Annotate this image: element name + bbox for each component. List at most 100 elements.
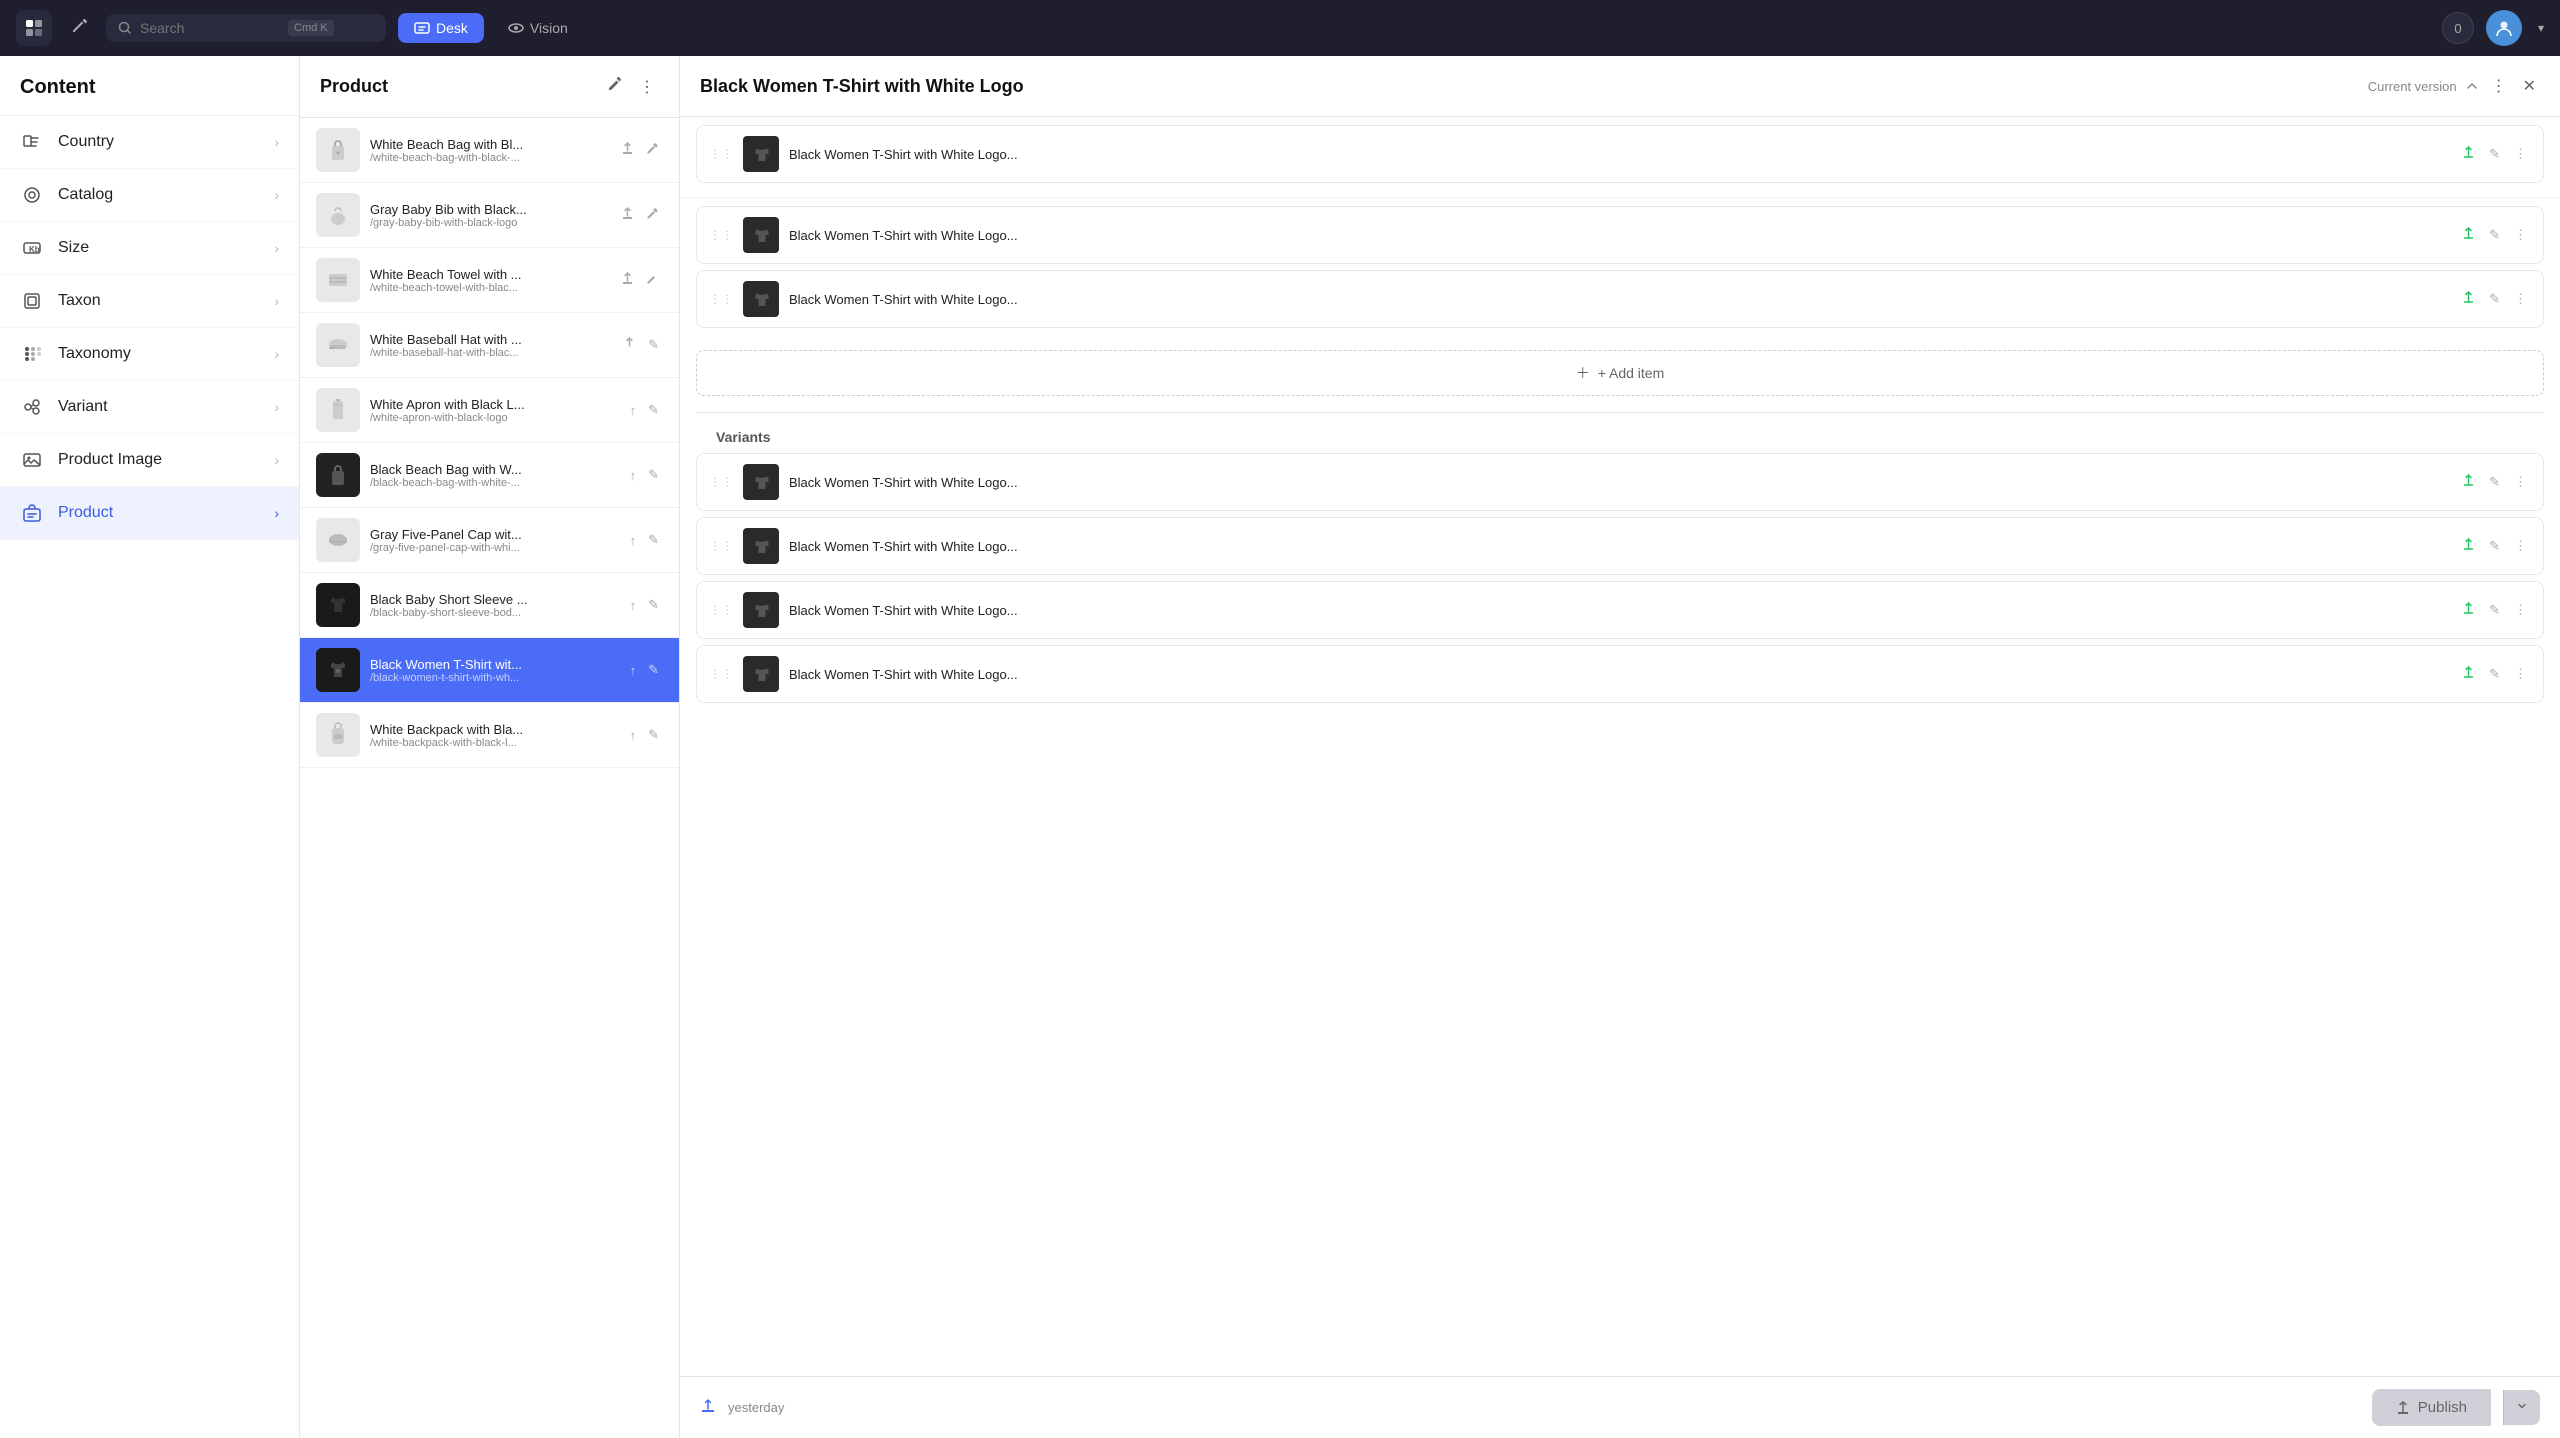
app-logo[interactable]: [16, 10, 52, 46]
variant-pin-button[interactable]: [2458, 472, 2479, 492]
product-upload-button[interactable]: ↑: [626, 531, 641, 550]
right-panel-title: Black Women T-Shirt with White Logo: [700, 76, 2360, 97]
product-item[interactable]: White Backpack with Bla... /white-backpa…: [300, 703, 679, 768]
size-icon: Kb: [20, 236, 44, 260]
item-edit-button[interactable]: ✎: [2485, 144, 2504, 164]
product-edit-button[interactable]: ✎: [644, 400, 663, 420]
sidebar-item-product[interactable]: Product ›: [0, 487, 299, 540]
drag-handle[interactable]: ⋮⋮: [709, 603, 733, 617]
product-item[interactable]: White Beach Towel with ... /white-beach-…: [300, 248, 679, 313]
product-upload-button[interactable]: [617, 140, 638, 160]
product-item[interactable]: Gray Baby Bib with Black... /gray-baby-b…: [300, 183, 679, 248]
item-more-button[interactable]: ⋮: [2510, 144, 2531, 164]
top-nav: Cmd K Desk Vision 0 ▾: [0, 0, 2560, 56]
variant-row: ⋮⋮ Black Women T-Shirt with White Logo..…: [696, 581, 2544, 639]
variant-more-button[interactable]: ⋮: [2510, 664, 2531, 684]
drag-handle[interactable]: ⋮⋮: [709, 147, 733, 161]
right-close-button[interactable]: ✕: [2519, 72, 2540, 100]
search-shortcut: Cmd K: [288, 20, 334, 36]
drag-handle[interactable]: ⋮⋮: [709, 539, 733, 553]
item-pin-button[interactable]: [2458, 144, 2479, 164]
product-info: White Beach Towel with ... /white-beach-…: [370, 267, 607, 294]
product-edit-button[interactable]: ✎: [644, 660, 663, 680]
variant-edit-button[interactable]: ✎: [2485, 536, 2504, 556]
product-item[interactable]: Gray Five-Panel Cap wit... /gray-five-pa…: [300, 508, 679, 573]
sidebar-item-size[interactable]: Kb Size ›: [0, 222, 299, 275]
search-bar[interactable]: Cmd K: [106, 14, 386, 42]
vision-button[interactable]: Vision: [496, 13, 580, 43]
version-label: Current version: [2368, 79, 2457, 94]
drag-handle[interactable]: ⋮⋮: [709, 667, 733, 681]
add-item-button[interactable]: ＋ + Add item: [696, 350, 2544, 396]
product-item-selected[interactable]: Black Women T-Shirt wit... /black-women-…: [300, 638, 679, 703]
product-actions: [617, 205, 663, 225]
add-icon: ＋: [1576, 363, 1590, 383]
product-actions: ✎: [619, 335, 663, 355]
drag-handle[interactable]: ⋮⋮: [709, 228, 733, 242]
variant-more-button[interactable]: ⋮: [2510, 536, 2531, 556]
drag-handle[interactable]: ⋮⋮: [709, 475, 733, 489]
product-upload-button[interactable]: [617, 270, 638, 290]
publish-dropdown-button[interactable]: [2503, 1390, 2540, 1425]
sidebar-item-product-image[interactable]: Product Image ›: [0, 434, 299, 487]
desk-button[interactable]: Desk: [398, 13, 484, 43]
item-actions: ✎ ⋮: [2458, 289, 2531, 309]
product-upload-button[interactable]: ↑: [626, 726, 641, 745]
variant-more-button[interactable]: ⋮: [2510, 600, 2531, 620]
sidebar-item-variant[interactable]: Variant ›: [0, 381, 299, 434]
variant-edit-button[interactable]: ✎: [2485, 664, 2504, 684]
product-slug: /white-beach-bag-with-black-...: [370, 152, 607, 164]
product-edit-button[interactable]: ✎: [644, 530, 663, 550]
product-edit-button[interactable]: [642, 205, 663, 225]
notification-badge[interactable]: 0: [2442, 12, 2474, 44]
variant-pin-button[interactable]: [2458, 600, 2479, 620]
sidebar-item-country[interactable]: Country ›: [0, 116, 299, 169]
product-edit-button[interactable]: ✎: [644, 465, 663, 485]
search-input[interactable]: [140, 20, 280, 36]
product-slug: /black-beach-bag-with-white-...: [370, 477, 616, 489]
product-upload-button[interactable]: [617, 205, 638, 225]
product-item[interactable]: White Baseball Hat with ... /white-baseb…: [300, 313, 679, 378]
product-edit-button[interactable]: [642, 270, 663, 290]
user-avatar[interactable]: [2486, 10, 2522, 46]
drag-handle[interactable]: ⋮⋮: [709, 292, 733, 306]
edit-button[interactable]: [64, 11, 94, 46]
variant-edit-button[interactable]: ✎: [2485, 600, 2504, 620]
item-pin-button[interactable]: [2458, 289, 2479, 309]
catalog-icon: [20, 183, 44, 207]
product-info: Gray Baby Bib with Black... /gray-baby-b…: [370, 202, 607, 229]
item-edit-button[interactable]: ✎: [2485, 225, 2504, 245]
product-item[interactable]: Black Baby Short Sleeve ... /black-baby-…: [300, 573, 679, 638]
product-upload-button[interactable]: [619, 335, 640, 355]
panel-more-button[interactable]: ⋮: [635, 73, 659, 101]
item-pin-button[interactable]: [2458, 225, 2479, 245]
product-upload-button[interactable]: ↑: [626, 661, 641, 680]
product-upload-button[interactable]: ↑: [626, 596, 641, 615]
variant-pin-button[interactable]: [2458, 664, 2479, 684]
product-edit-button[interactable]: ✎: [644, 725, 663, 745]
item-edit-button[interactable]: ✎: [2485, 289, 2504, 309]
product-actions: ↑ ✎: [626, 660, 663, 680]
variant-pin-button[interactable]: [2458, 536, 2479, 556]
item-more-button[interactable]: ⋮: [2510, 289, 2531, 309]
product-item[interactable]: Black Beach Bag with W... /black-beach-b…: [300, 443, 679, 508]
variant-edit-button[interactable]: ✎: [2485, 472, 2504, 492]
product-actions: ↑ ✎: [626, 465, 663, 485]
product-edit-button[interactable]: [642, 140, 663, 160]
sidebar-item-taxonomy[interactable]: Taxonomy ›: [0, 328, 299, 381]
panel-edit-button[interactable]: [603, 72, 627, 101]
publish-button[interactable]: Publish: [2372, 1389, 2491, 1426]
item-more-button[interactable]: ⋮: [2510, 225, 2531, 245]
product-item[interactable]: White Apron with Black L... /white-apron…: [300, 378, 679, 443]
sidebar-item-taxon[interactable]: Taxon ›: [0, 275, 299, 328]
product-upload-button[interactable]: ↑: [626, 401, 641, 420]
product-item[interactable]: White Beach Bag with Bl... /white-beach-…: [300, 118, 679, 183]
product-edit-button[interactable]: ✎: [644, 335, 663, 355]
variant-more-button[interactable]: ⋮: [2510, 472, 2531, 492]
product-upload-button[interactable]: ↑: [626, 466, 641, 485]
right-content: ⋮⋮ Black Women T-Shirt with White Logo..…: [680, 117, 2560, 1376]
product-edit-button[interactable]: ✎: [644, 595, 663, 615]
item-row: ⋮⋮ Black Women T-Shirt with White Logo..…: [696, 206, 2544, 264]
right-more-button[interactable]: ⋮: [2487, 72, 2511, 100]
sidebar-item-catalog[interactable]: Catalog ›: [0, 169, 299, 222]
